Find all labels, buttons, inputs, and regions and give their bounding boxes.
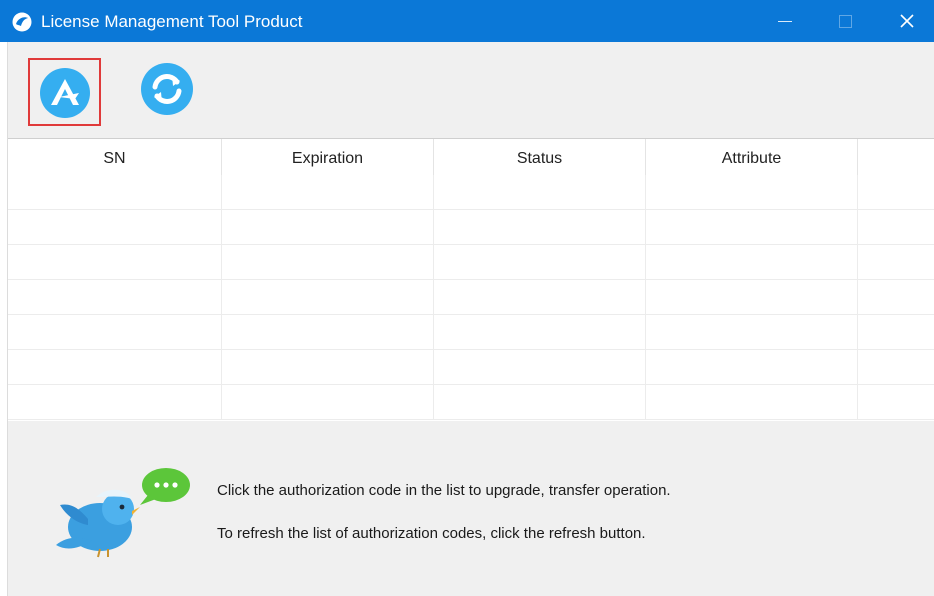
table-cell[interactable] (8, 350, 222, 385)
table-row[interactable] (8, 350, 934, 385)
title-bar[interactable]: License Management Tool Product (0, 0, 934, 42)
table-cell[interactable] (222, 175, 434, 210)
bird-chat-icon (56, 468, 190, 558)
table-cell[interactable] (434, 350, 646, 385)
table-cell[interactable] (8, 315, 222, 350)
table-row[interactable] (8, 315, 934, 350)
table-row[interactable] (8, 280, 934, 315)
table-row[interactable] (8, 385, 934, 420)
table-row[interactable] (8, 175, 934, 210)
hint-refresh-text: To refresh the list of authorization cod… (217, 525, 646, 542)
table-cell[interactable] (222, 350, 434, 385)
table-cell[interactable] (858, 175, 934, 210)
table-cell[interactable] (8, 385, 222, 420)
refresh-icon (141, 63, 193, 115)
table-cell[interactable] (858, 210, 934, 245)
table-row[interactable] (8, 245, 934, 280)
table-cell[interactable] (646, 245, 858, 280)
table-cell[interactable] (222, 385, 434, 420)
table-cell[interactable] (8, 245, 222, 280)
window-title: License Management Tool Product (41, 12, 303, 31)
column-header-filler (858, 139, 934, 175)
table-cell[interactable] (858, 385, 934, 420)
table-row[interactable] (8, 210, 934, 245)
table-cell[interactable] (222, 210, 434, 245)
table-cell[interactable] (858, 280, 934, 315)
table-cell[interactable] (8, 280, 222, 315)
column-header-attribute[interactable]: Attribute (646, 139, 858, 175)
table-cell[interactable] (222, 245, 434, 280)
column-header-status[interactable]: Status (434, 139, 646, 175)
table-cell[interactable] (646, 210, 858, 245)
table-cell[interactable] (858, 315, 934, 350)
table-cell[interactable] (646, 385, 858, 420)
refresh-button[interactable] (140, 62, 200, 122)
column-header-expiration[interactable]: Expiration (222, 139, 434, 175)
minimize-button[interactable] (762, 0, 808, 42)
table-cell[interactable] (858, 245, 934, 280)
upgrade-button[interactable] (28, 58, 101, 126)
close-icon (900, 14, 914, 28)
table-cell[interactable] (646, 175, 858, 210)
app-window: License Management Tool Product SN Expir… (0, 0, 934, 596)
app-logo-icon (12, 12, 32, 32)
table-cell[interactable] (434, 315, 646, 350)
minimize-icon (778, 21, 792, 22)
table-cell[interactable] (434, 245, 646, 280)
table-cell[interactable] (858, 350, 934, 385)
table-cell[interactable] (222, 315, 434, 350)
column-header-sn[interactable]: SN (8, 139, 222, 175)
table-cell[interactable] (434, 280, 646, 315)
hint-upgrade-text: Click the authorization code in the list… (217, 482, 671, 499)
table-cell[interactable] (434, 175, 646, 210)
table-cell[interactable] (8, 175, 222, 210)
table-cell[interactable] (8, 210, 222, 245)
license-table[interactable]: SN Expiration Status Attribute (8, 138, 934, 422)
window-left-edge (0, 42, 8, 596)
table-header: SN Expiration Status Attribute (8, 139, 934, 175)
table-cell[interactable] (646, 315, 858, 350)
info-panel: Click the authorization code in the list… (8, 421, 934, 596)
toolbar (8, 42, 934, 138)
authorize-icon (40, 68, 90, 118)
maximize-button[interactable] (822, 0, 868, 42)
table-cell[interactable] (222, 280, 434, 315)
maximize-icon (839, 15, 852, 28)
table-cell[interactable] (434, 385, 646, 420)
table-cell[interactable] (646, 350, 858, 385)
table-cell[interactable] (434, 210, 646, 245)
table-cell[interactable] (646, 280, 858, 315)
close-button[interactable] (884, 0, 930, 42)
